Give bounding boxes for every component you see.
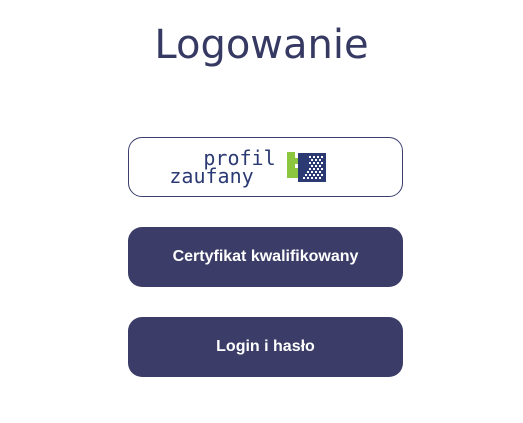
login-page: Logowanie profil zaufany Certyfikat kwal…: [0, 0, 523, 423]
profil-zaufany-button[interactable]: profil zaufany: [128, 137, 403, 197]
profil-zaufany-emblem-icon: [286, 152, 326, 182]
password-login-button[interactable]: Login i hasło: [128, 317, 403, 377]
profil-zaufany-wordmark: profil zaufany: [169, 148, 275, 186]
certificate-login-button[interactable]: Certyfikat kwalifikowany: [128, 227, 403, 287]
page-title: Logowanie: [154, 22, 369, 68]
profil-zaufany-logo: profil zaufany: [169, 148, 327, 186]
